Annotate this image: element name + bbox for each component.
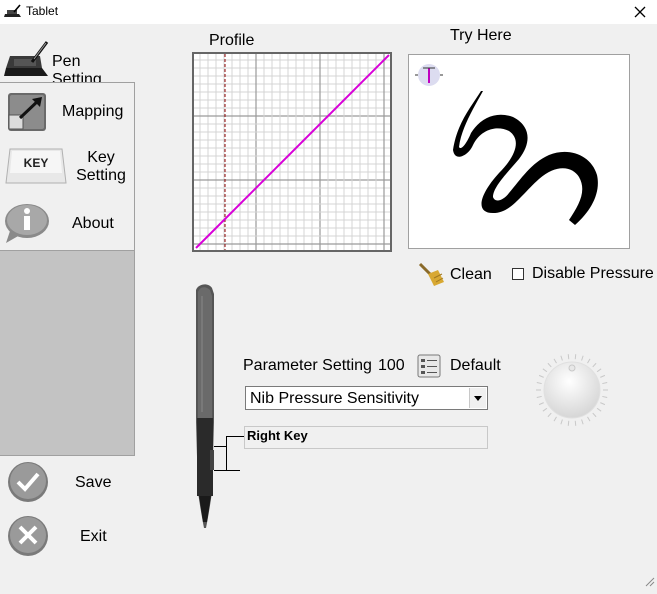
nav-key-setting[interactable]: KEY Key Setting	[0, 141, 134, 197]
dial-tick	[567, 354, 570, 360]
dial-tick	[581, 419, 584, 425]
x-circle-icon	[6, 514, 50, 563]
close-button[interactable]	[623, 0, 657, 24]
disable-pressure-label: Disable Pressure	[532, 265, 654, 282]
dropdown-arrow-icon[interactable]	[469, 388, 486, 408]
dial-tick	[536, 395, 542, 398]
nav-key-setting-line1: Key	[87, 149, 115, 166]
dial-tick	[574, 354, 577, 360]
dial-tick	[538, 402, 544, 406]
dial-tick	[602, 395, 608, 398]
nav-key-setting-line2: Setting	[76, 167, 126, 184]
tablet-app-icon	[4, 4, 22, 23]
try-here-title: Try Here	[450, 27, 512, 44]
dial-tick	[587, 416, 591, 422]
stylus-image	[188, 282, 224, 537]
parameter-select[interactable]: Nib Pressure Sensitivity	[245, 386, 488, 410]
key-icon: KEY	[4, 145, 68, 196]
parameter-setting-label: Parameter Setting	[243, 357, 372, 374]
disable-pressure-box[interactable]	[512, 268, 524, 280]
info-icon	[2, 201, 52, 252]
dial-tick	[542, 407, 548, 412]
svg-text:KEY: KEY	[24, 156, 49, 170]
pressure-dial-knob[interactable]	[534, 352, 610, 433]
nav-mapping[interactable]: Mapping	[0, 85, 134, 137]
pen-stroke	[453, 91, 598, 225]
dial-tick	[547, 362, 552, 368]
nav-pen-setting[interactable]: Pen Setting	[0, 32, 134, 88]
clean-button[interactable]: Clean	[416, 262, 492, 293]
dial-tick	[574, 420, 577, 426]
profile-title: Profile	[209, 32, 255, 49]
nav-list: Mapping KEY Key Setting About	[0, 83, 134, 251]
exit-button[interactable]: Exit	[0, 510, 134, 562]
right-key-leader-line	[226, 436, 244, 437]
dial-tick	[587, 358, 591, 364]
save-button[interactable]: Save	[0, 456, 134, 508]
dial-tick	[600, 374, 606, 378]
leader-upper-tick	[214, 446, 226, 447]
broom-icon	[416, 262, 446, 292]
dial-tick	[560, 355, 563, 361]
dial-tick	[553, 358, 557, 364]
dial-tick	[553, 416, 557, 422]
nav-panel: Mapping KEY Key Setting About	[0, 82, 135, 456]
nav-mapping-label: Mapping	[62, 103, 124, 120]
exit-label: Exit	[80, 528, 107, 545]
window-title: Tablet	[26, 4, 59, 18]
dial-tick	[567, 420, 570, 426]
dial-tick	[602, 382, 608, 385]
leader-lower-tick	[214, 470, 240, 471]
nav-about[interactable]: About	[0, 199, 134, 251]
dial-tick	[596, 407, 602, 412]
pen-tablet-icon	[4, 38, 50, 83]
right-key-value: Right Key	[247, 428, 308, 443]
dial-tick	[547, 412, 552, 418]
parameter-select-value: Nib Pressure Sensitivity	[250, 390, 419, 407]
default-checklist-icon[interactable]	[417, 354, 441, 383]
pen-cursor-icon	[415, 64, 443, 86]
dial-tick	[542, 368, 548, 373]
dial-tick	[581, 355, 584, 361]
profile-curve-chart[interactable]	[192, 52, 392, 257]
mapping-icon	[6, 91, 48, 138]
clean-label: Clean	[450, 266, 492, 283]
close-icon	[634, 6, 646, 18]
save-label: Save	[75, 474, 112, 491]
try-here-drawing-area[interactable]	[408, 54, 630, 249]
right-key-field[interactable]: Right Key	[244, 426, 488, 449]
dial-tick	[560, 419, 563, 425]
nav-about-label: About	[72, 215, 114, 232]
title-bar: Tablet	[0, 0, 657, 24]
default-button[interactable]: Default	[450, 357, 501, 375]
dial-tick	[592, 362, 597, 368]
leader-vertical	[226, 436, 227, 470]
dial-tick	[536, 382, 542, 385]
app-window: Pen Setting Mapping KEY Key Setting Abou…	[0, 24, 657, 594]
dial-tick	[592, 412, 597, 418]
dial-tick	[600, 402, 606, 406]
parameter-value: 100	[378, 357, 405, 374]
checkmark-icon	[6, 460, 50, 509]
dial-tick	[538, 374, 544, 378]
nav-key-setting-label: Key Setting	[72, 149, 130, 185]
resize-grip-icon[interactable]	[643, 574, 655, 592]
dial-tick	[596, 368, 602, 373]
